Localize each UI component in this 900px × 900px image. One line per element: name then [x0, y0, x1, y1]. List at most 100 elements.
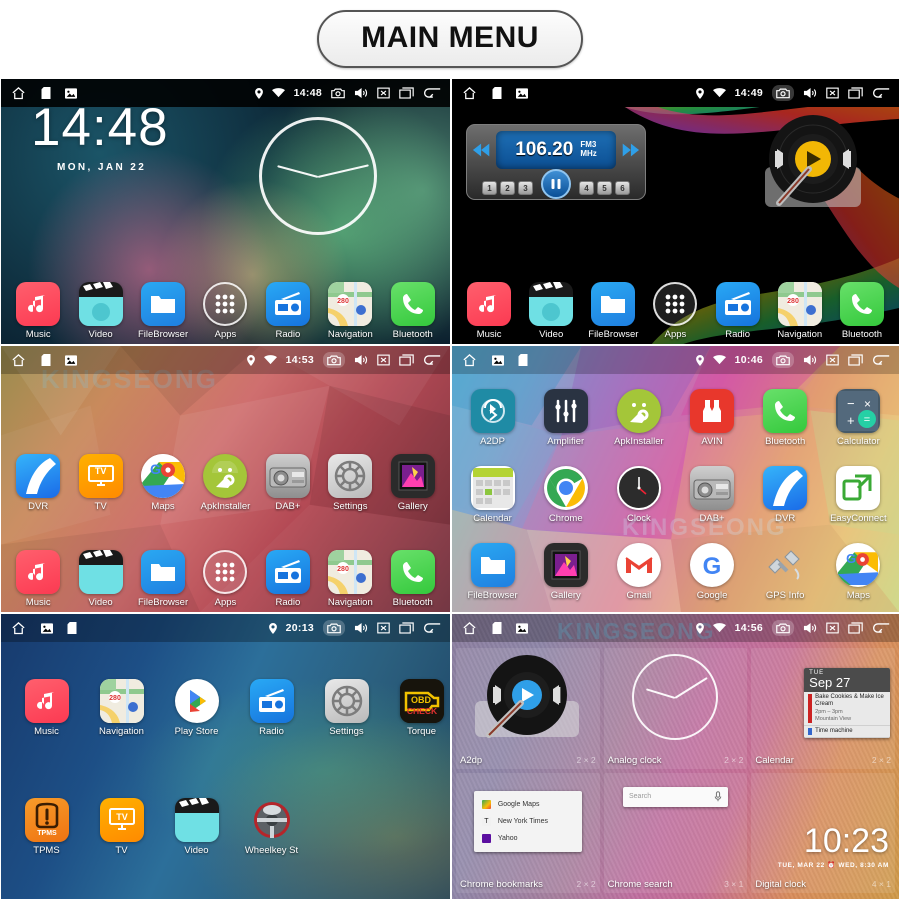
app-bluetooth[interactable]: Bluetooth [750, 389, 820, 447]
close-icon[interactable] [377, 354, 390, 366]
preset-button[interactable]: 1 [482, 181, 497, 195]
app-apps[interactable]: Apps [196, 282, 254, 340]
app-navigation[interactable]: 280 Navigation [321, 282, 379, 340]
vinyl-player-widget[interactable] [757, 107, 869, 219]
image-icon[interactable] [41, 622, 53, 634]
app-calculator[interactable]: − × + = Calculator [823, 389, 893, 447]
home-icon[interactable] [461, 86, 478, 101]
preset-button[interactable]: 2 [500, 181, 515, 195]
app-bluetooth[interactable]: Bluetooth [384, 550, 442, 608]
app-navigation[interactable]: 280 Navigation [84, 678, 159, 737]
app-radio[interactable]: Radio [259, 282, 317, 340]
app-playstore[interactable]: Play Store [159, 678, 234, 737]
recents-icon[interactable] [848, 87, 863, 99]
app-dab[interactable]: DAB+ [259, 454, 317, 512]
app-torque[interactable]: OBD CHECK Torque [384, 678, 450, 737]
volume-icon[interactable] [803, 354, 817, 366]
image-icon[interactable] [65, 354, 77, 366]
app-apkinstaller[interactable]: ApkInstaller [604, 389, 674, 447]
app-tv[interactable]: TV TV [84, 798, 159, 856]
close-icon[interactable] [826, 354, 839, 366]
preset-button[interactable]: 4 [579, 181, 594, 195]
home-icon[interactable] [461, 621, 478, 636]
home-icon[interactable] [10, 621, 27, 636]
home-icon[interactable] [461, 353, 478, 368]
camera-icon[interactable] [323, 620, 345, 636]
recents-icon[interactable] [848, 354, 863, 366]
app-tv[interactable]: TV TV [72, 454, 130, 512]
preset-button[interactable]: 3 [518, 181, 533, 195]
radio-widget[interactable]: 106.20 FM3 MHz 1 2 3 4 5 6 [466, 124, 646, 200]
recents-icon[interactable] [848, 622, 863, 634]
close-icon[interactable] [826, 87, 839, 99]
search-input[interactable]: Search [622, 786, 728, 807]
pause-button[interactable] [541, 169, 571, 199]
sd-card-icon[interactable] [41, 87, 51, 99]
app-gpsinfo[interactable]: GPS Info [750, 543, 820, 601]
app-music[interactable]: Music [9, 678, 84, 737]
app-filebrowser[interactable]: FileBrowser [134, 550, 192, 608]
app-radio[interactable]: Radio [259, 550, 317, 608]
app-a2dp[interactable]: A2DP [458, 389, 528, 447]
home-icon[interactable] [10, 86, 27, 101]
app-dvr[interactable]: DVR [750, 465, 820, 524]
app-chrome[interactable]: Chrome [531, 465, 601, 524]
image-icon[interactable] [516, 87, 528, 99]
app-navigation[interactable]: 280 Navigation [321, 550, 379, 608]
app-video[interactable]: Video [72, 282, 130, 340]
app-filebrowser[interactable]: FileBrowser [134, 282, 192, 340]
widget-analog-clock[interactable]: Analog clock 2 × 2 [603, 648, 748, 769]
app-clock[interactable]: Clock [604, 465, 674, 524]
widget-chrome-search[interactable]: Search Chrome search 3 × 1 [603, 772, 748, 893]
app-music[interactable]: Music [9, 282, 67, 340]
camera-icon[interactable] [331, 87, 345, 99]
camera-icon[interactable] [772, 352, 794, 368]
app-google[interactable]: G Google [677, 542, 747, 601]
image-icon[interactable] [492, 354, 504, 366]
sd-card-icon[interactable] [518, 354, 528, 366]
image-icon[interactable] [65, 87, 77, 99]
app-radio[interactable]: Radio [709, 282, 767, 340]
volume-icon[interactable] [803, 622, 817, 634]
volume-icon[interactable] [354, 354, 368, 366]
back-icon[interactable] [423, 354, 441, 366]
preset-button[interactable]: 5 [597, 181, 612, 195]
app-gallery[interactable]: Gallery [531, 542, 601, 601]
app-bluetooth[interactable]: Bluetooth [833, 282, 891, 340]
close-icon[interactable] [377, 622, 390, 634]
app-apps[interactable]: Apps [646, 282, 704, 340]
image-icon[interactable] [516, 622, 528, 634]
widget-calendar[interactable]: TUE Sep 27 Bake Cookies & Make Ice Cream… [751, 648, 895, 769]
app-apps[interactable]: Apps [196, 550, 254, 608]
back-icon[interactable] [872, 354, 890, 366]
app-music[interactable]: Music [460, 282, 518, 340]
widget-a2dp[interactable]: A2dp 2 × 2 [456, 648, 600, 769]
app-video[interactable]: Video [72, 550, 130, 608]
app-gallery[interactable]: Gallery [384, 454, 442, 512]
camera-icon[interactable] [772, 620, 794, 636]
app-amplifier[interactable]: Amplifier [531, 389, 601, 447]
recents-icon[interactable] [399, 354, 414, 366]
app-filebrowser[interactable]: FileBrowser [584, 282, 642, 340]
app-music[interactable]: Music [9, 550, 67, 608]
app-radio[interactable]: Radio [234, 678, 309, 737]
volume-icon[interactable] [354, 622, 368, 634]
app-maps[interactable]: G Maps [823, 542, 893, 601]
app-calendar[interactable]: Calendar [458, 465, 528, 524]
recents-icon[interactable] [399, 622, 414, 634]
app-navigation[interactable]: 280 Navigation [771, 282, 829, 340]
sd-card-icon[interactable] [41, 354, 51, 366]
prev-icon[interactable] [472, 142, 492, 158]
home-icon[interactable] [10, 353, 27, 368]
app-video[interactable]: Video [522, 282, 580, 340]
app-dvr[interactable]: DVR [9, 454, 67, 512]
next-icon[interactable] [620, 142, 640, 158]
home-clock-widget[interactable]: 14:48 MON, JAN 22 [31, 101, 169, 173]
back-icon[interactable] [872, 622, 890, 634]
app-avin[interactable]: AVIN [677, 389, 747, 447]
widget-chrome-bookmarks[interactable]: Google Maps T New York Times Yahoo Chrom… [456, 772, 600, 893]
app-apkinstaller[interactable]: ApkInstaller [196, 454, 254, 512]
volume-icon[interactable] [803, 87, 817, 99]
back-icon[interactable] [872, 87, 890, 99]
sd-card-icon[interactable] [492, 87, 502, 99]
